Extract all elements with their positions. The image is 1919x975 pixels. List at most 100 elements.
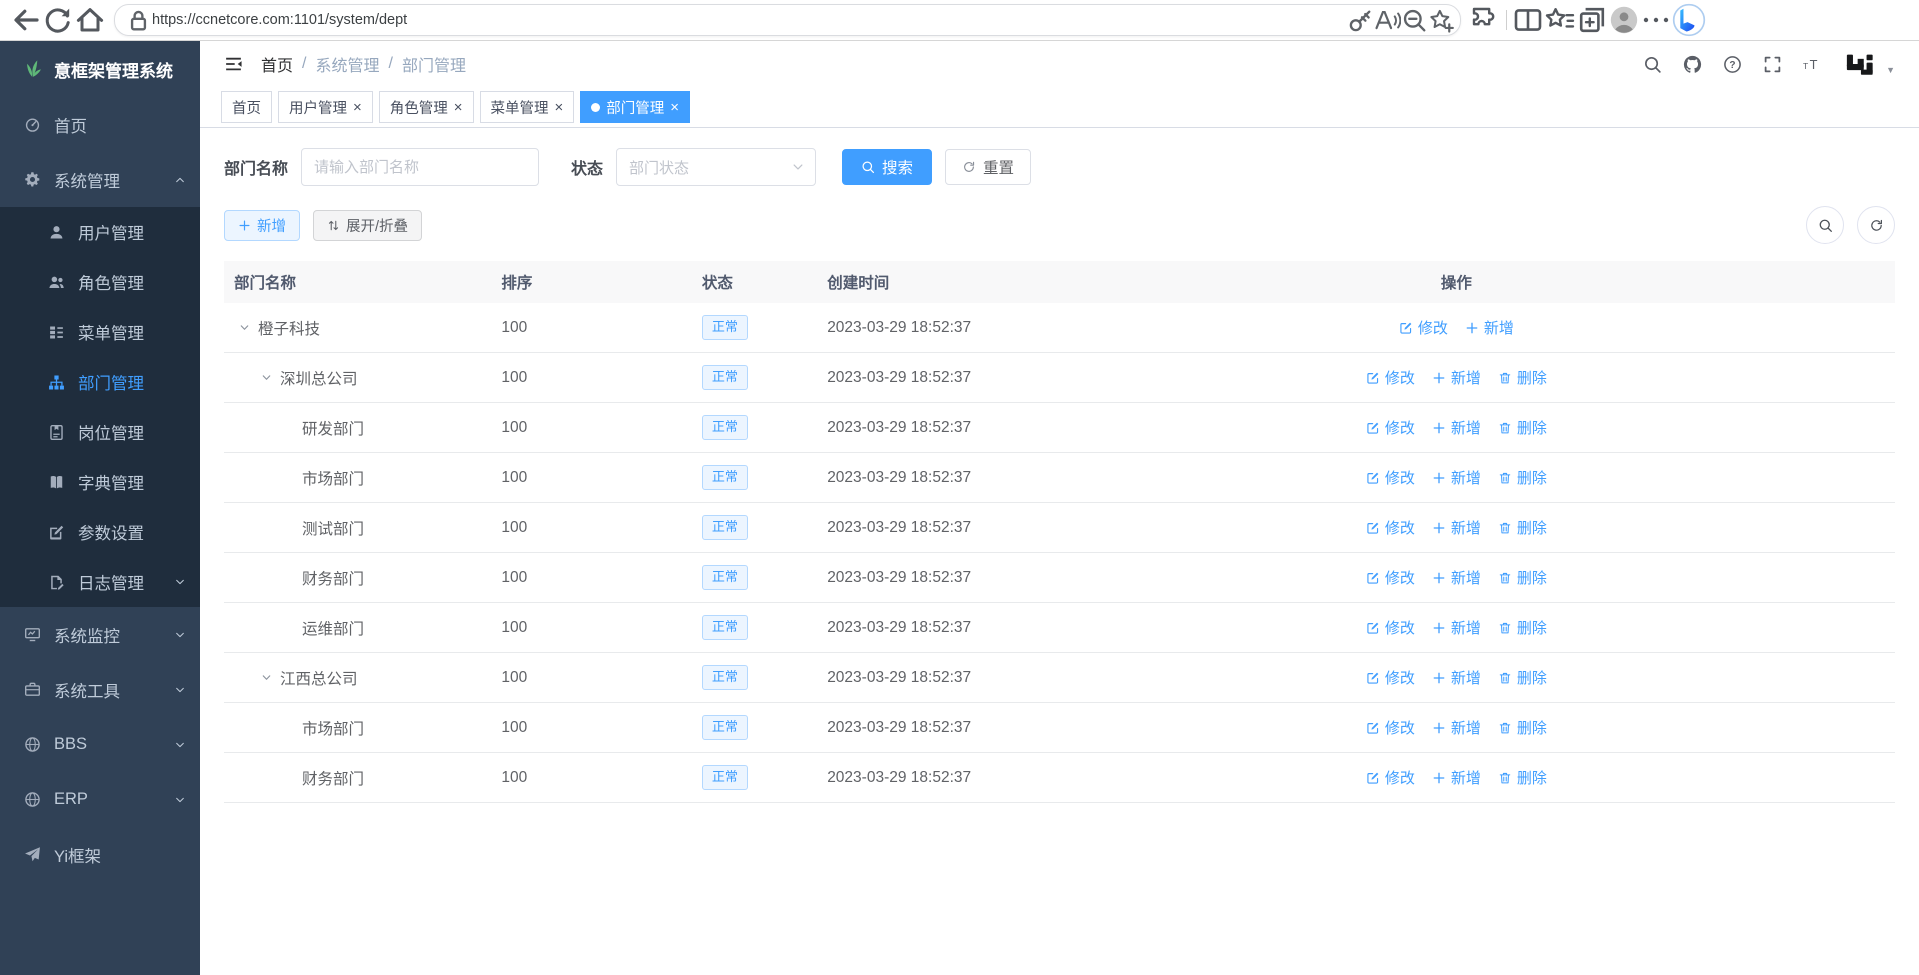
sidebar-item-log[interactable]: 日志管理: [0, 557, 200, 607]
bing-chat-icon[interactable]: [1672, 4, 1706, 36]
favorites-icon[interactable]: [1544, 4, 1576, 36]
modify-link[interactable]: 修改: [1366, 367, 1415, 388]
add-link[interactable]: 新增: [1432, 517, 1481, 538]
sidebar-item-menu[interactable]: 菜单管理: [0, 307, 200, 357]
sidebar-item-monitor[interactable]: 系统监控: [0, 607, 200, 662]
search-button[interactable]: 搜索: [842, 149, 932, 185]
active-tab-dot: [591, 103, 600, 112]
help-icon[interactable]: ?: [1723, 55, 1742, 74]
zoom-out-icon[interactable]: [1401, 7, 1428, 34]
tab-2[interactable]: 角色管理×: [379, 91, 474, 123]
breadcrumb-home[interactable]: 首页: [261, 52, 293, 76]
add-link[interactable]: 新增: [1432, 617, 1481, 638]
sidebar-item-erp[interactable]: ERP: [0, 772, 200, 827]
sidebar-item-post[interactable]: 岗位管理: [0, 407, 200, 457]
add-link[interactable]: 新增: [1432, 467, 1481, 488]
delete-link[interactable]: 删除: [1498, 767, 1547, 788]
github-icon[interactable]: [1683, 55, 1702, 74]
sidebar-item-system[interactable]: 系统管理: [0, 152, 200, 207]
modify-link[interactable]: 修改: [1366, 767, 1415, 788]
home-icon[interactable]: [74, 4, 106, 36]
tab-1[interactable]: 用户管理×: [278, 91, 373, 123]
sidebar-item-dict[interactable]: 字典管理: [0, 457, 200, 507]
modify-link[interactable]: 修改: [1366, 467, 1415, 488]
lock-icon[interactable]: [125, 7, 152, 34]
sidebar-item-dept[interactable]: 部门管理: [0, 357, 200, 407]
password-icon[interactable]: [1347, 7, 1374, 34]
close-icon[interactable]: ×: [353, 100, 362, 115]
delete-link[interactable]: 删除: [1498, 717, 1547, 738]
add-button[interactable]: 新增: [224, 210, 300, 241]
delete-link[interactable]: 删除: [1498, 517, 1547, 538]
fullscreen-icon[interactable]: [1763, 55, 1782, 74]
plus-icon: [1432, 471, 1446, 485]
sidebar-item-tool[interactable]: 系统工具: [0, 662, 200, 717]
delete-link[interactable]: 删除: [1498, 617, 1547, 638]
delete-link[interactable]: 删除: [1498, 567, 1547, 588]
expand-collapse-button[interactable]: 展开/折叠: [313, 210, 422, 241]
split-screen-icon[interactable]: [1512, 4, 1544, 36]
browser-profile-icon[interactable]: [1608, 4, 1640, 36]
sidebar-item-param[interactable]: 参数设置: [0, 507, 200, 557]
delete-link[interactable]: 删除: [1498, 417, 1547, 438]
status-select[interactable]: 部门状态: [616, 148, 816, 186]
caret-down-icon[interactable]: [238, 321, 251, 334]
sidebar-item-yi[interactable]: Yi框架: [0, 827, 200, 882]
add-link[interactable]: 新增: [1432, 567, 1481, 588]
modify-link[interactable]: 修改: [1366, 717, 1415, 738]
collections-icon[interactable]: [1576, 4, 1608, 36]
trash-icon: [1498, 721, 1512, 735]
toggle-search-button[interactable]: [1806, 206, 1844, 244]
tab-3[interactable]: 菜单管理×: [480, 91, 575, 123]
add-link[interactable]: 新增: [1432, 767, 1481, 788]
add-button-label: 新增: [257, 215, 286, 236]
url-text[interactable]: https://ccnetcore.com:1101/system/dept: [152, 12, 1347, 28]
delete-link[interactable]: 删除: [1498, 467, 1547, 488]
user-avatar[interactable]: [1843, 49, 1877, 79]
modify-link[interactable]: 修改: [1366, 517, 1415, 538]
sidebar-item-bbs[interactable]: BBS: [0, 717, 200, 772]
reset-button[interactable]: 重置: [945, 149, 1031, 185]
tags-bar: 首页用户管理×角色管理×菜单管理×部门管理×: [200, 87, 1919, 128]
modify-link[interactable]: 修改: [1366, 617, 1415, 638]
refresh-table-button[interactable]: [1857, 206, 1895, 244]
refresh-page-icon[interactable]: [42, 4, 74, 36]
delete-link[interactable]: 删除: [1498, 367, 1547, 388]
header-search-icon[interactable]: [1643, 55, 1662, 74]
tab-0[interactable]: 首页: [221, 91, 272, 123]
read-aloud-icon[interactable]: [1374, 7, 1401, 34]
modify-link[interactable]: 修改: [1366, 567, 1415, 588]
add-link[interactable]: 新增: [1432, 367, 1481, 388]
col-header-dept-name: 部门名称: [224, 271, 491, 293]
text-size-icon[interactable]: TT: [1803, 55, 1822, 74]
favorite-add-icon[interactable]: [1428, 7, 1455, 34]
modify-link[interactable]: 修改: [1366, 667, 1415, 688]
modify-link[interactable]: 修改: [1366, 417, 1415, 438]
add-link[interactable]: 新增: [1465, 317, 1514, 338]
caret-down-icon[interactable]: [260, 371, 273, 384]
back-icon[interactable]: [10, 4, 42, 36]
tab-4[interactable]: 部门管理×: [580, 91, 690, 123]
avatar-caret-icon[interactable]: ▼: [1886, 65, 1895, 75]
close-icon[interactable]: ×: [454, 100, 463, 115]
add-link[interactable]: 新增: [1432, 717, 1481, 738]
sidebar-collapse-icon[interactable]: [224, 55, 243, 74]
add-link[interactable]: 新增: [1432, 667, 1481, 688]
sidebar-item-home[interactable]: 首页: [0, 97, 200, 152]
caret-down-icon[interactable]: [260, 671, 273, 684]
more-options-icon[interactable]: [1640, 4, 1672, 36]
extensions-icon[interactable]: [1469, 4, 1501, 36]
modify-link[interactable]: 修改: [1399, 317, 1448, 338]
delete-link-label: 删除: [1517, 667, 1547, 688]
sidebar-item-role[interactable]: 角色管理: [0, 257, 200, 307]
app-logo[interactable]: 意框架管理系统: [0, 41, 200, 97]
dept-name-input[interactable]: [301, 148, 539, 186]
sidebar-item-user[interactable]: 用户管理: [0, 207, 200, 257]
sidebar-item-label: 岗位管理: [78, 420, 186, 444]
close-icon[interactable]: ×: [670, 100, 679, 115]
close-icon[interactable]: ×: [555, 100, 564, 115]
address-bar[interactable]: https://ccnetcore.com:1101/system/dept: [114, 4, 1461, 36]
add-link[interactable]: 新增: [1432, 417, 1481, 438]
delete-link[interactable]: 删除: [1498, 667, 1547, 688]
org-icon: [48, 374, 65, 391]
